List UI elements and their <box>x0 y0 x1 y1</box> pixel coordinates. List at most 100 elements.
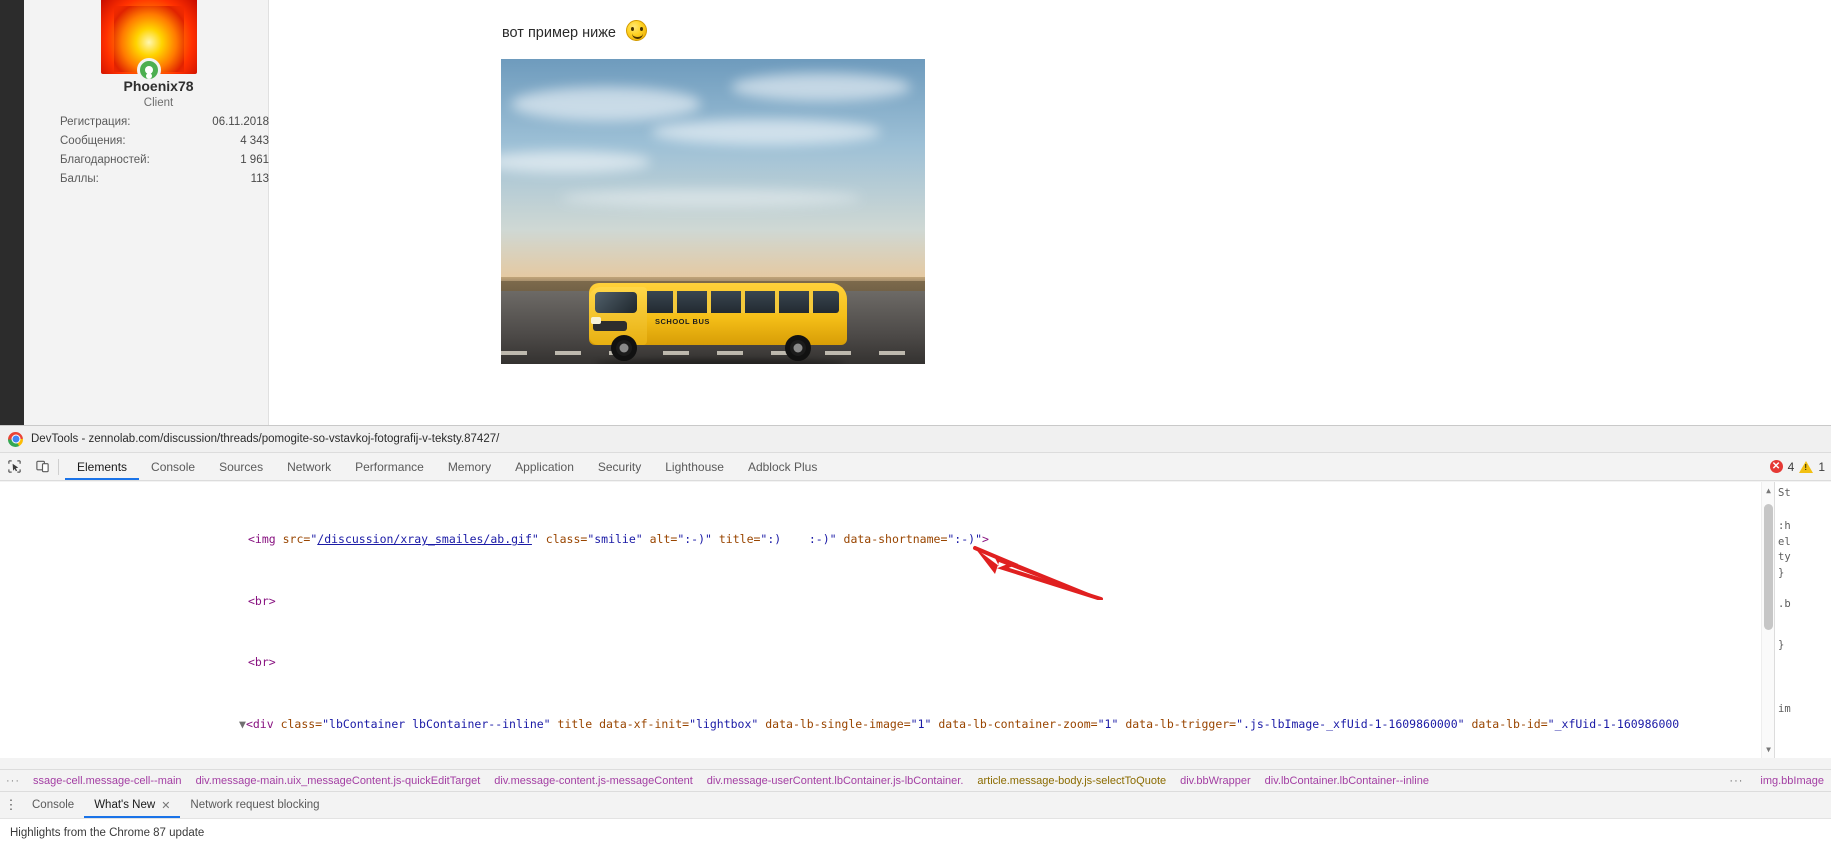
scrollbar-thumb[interactable] <box>1764 504 1773 630</box>
page-left-gutter <box>0 0 24 425</box>
tab-lighthouse[interactable]: Lighthouse <box>653 453 736 480</box>
stat-value: 113 <box>250 173 269 185</box>
breadcrumb-item[interactable]: div.bbWrapper <box>1173 775 1258 787</box>
drawer-tab-network-request-blocking[interactable]: Network request blocking <box>180 792 329 818</box>
warning-count: 1 <box>1818 459 1825 474</box>
bus-window-dividers <box>643 291 839 313</box>
dom-value: "1" <box>1097 717 1126 732</box>
breadcrumb-item[interactable]: article.message-body.js-selectToQuote <box>970 775 1173 787</box>
dom-line[interactable]: ▼<div class="lbContainer lbContainer--in… <box>0 717 1774 732</box>
bus-illustration: SCHOOL BUS <box>589 283 847 364</box>
dom-value: "smilie" <box>587 532 650 547</box>
breadcrumb-item[interactable]: ssage-cell.message-cell--main <box>26 775 189 787</box>
cloud-shape <box>561 189 861 207</box>
drawer-more-options-icon[interactable]: ⋮ <box>0 798 22 811</box>
tab-performance[interactable]: Performance <box>343 453 436 480</box>
tab-application[interactable]: Application <box>503 453 586 480</box>
drawer-tab-whats-new[interactable]: What's New ✕ <box>84 792 180 818</box>
drawer-tab-label: Console <box>32 799 75 811</box>
dom-value: ":-)" <box>677 532 719 547</box>
warning-icon <box>1799 460 1814 473</box>
dom-value: ".js-lbImage-_xfUid-1-1609860000" <box>1236 717 1472 732</box>
devtools-drawer: ⋮ Console What's New ✕ Network request b… <box>0 791 1831 853</box>
stat-label: Баллы: <box>60 173 99 185</box>
dom-value: "lbContainer lbContainer--inline" <box>322 717 558 732</box>
dom-line[interactable]: <br> <box>0 594 1774 609</box>
tab-memory[interactable]: Memory <box>436 453 503 480</box>
styles-text: } <box>1778 566 1785 579</box>
toggle-device-toolbar-icon[interactable] <box>28 453 56 480</box>
dom-value: "1" <box>910 717 939 732</box>
post-image-school-bus[interactable]: SCHOOL BUS <box>501 59 925 364</box>
dom-tree-panel[interactable]: <img src= "/discussion/xray_smailes/ab.gi… <box>0 482 1774 758</box>
styles-sidebar-panel[interactable]: St :h el ty } .b } im <box>1774 482 1831 758</box>
dom-attr: alt= <box>649 532 678 547</box>
stat-value: 1 961 <box>240 154 269 166</box>
bus-wheel <box>611 335 637 361</box>
author-username[interactable]: Phoenix78 <box>24 78 293 94</box>
tab-sources[interactable]: Sources <box>207 453 275 480</box>
cloud-shape <box>511 87 701 121</box>
dom-value: ":-)" <box>947 532 982 547</box>
styles-text: .b <box>1778 598 1791 611</box>
scroll-up-arrow-icon[interactable]: ▲ <box>1762 484 1774 497</box>
styles-text: ty <box>1778 551 1791 564</box>
error-count: 4 <box>1787 459 1795 474</box>
inspect-element-icon[interactable] <box>0 453 28 480</box>
dom-attr: data-xf-init= <box>599 717 690 732</box>
breadcrumb-overflow-icon[interactable]: ··· <box>0 775 26 787</box>
tab-adblock-plus[interactable]: Adblock Plus <box>736 453 829 480</box>
styles-text: :h <box>1778 520 1791 533</box>
dom-line[interactable]: <br> <box>0 655 1774 670</box>
breadcrumb-item[interactable]: div.lbContainer.lbContainer--inline <box>1258 775 1436 787</box>
post-text-line: вот пример ниже <box>502 20 647 41</box>
dom-tree-scrollbar[interactable]: ▲ ▼ <box>1761 482 1774 758</box>
dom-tag: <img <box>248 532 283 547</box>
dom-line[interactable]: <img src= "/discussion/xray_smailes/ab.gi… <box>0 532 1774 547</box>
dom-attr: title <box>557 717 600 732</box>
dom-tree-lines: <img src= "/discussion/xray_smailes/ab.gi… <box>0 482 1774 758</box>
post-body: вот пример ниже SCHOOL BUS <box>270 0 1831 425</box>
stat-value: 4 343 <box>240 135 269 147</box>
bus-wheel <box>785 335 811 361</box>
issue-counters[interactable]: ✕ 4 1 <box>1769 453 1831 480</box>
dom-breadcrumb[interactable]: ··· ssage-cell.message-cell--main div.me… <box>0 769 1831 791</box>
stat-label: Регистрация: <box>60 116 131 128</box>
expand-caret-icon[interactable]: ▼ <box>239 717 246 731</box>
dom-tag-br: <br> <box>248 655 276 670</box>
drawer-content-text: Highlights from the Chrome 87 update <box>10 827 205 839</box>
dom-tag: <div <box>245 717 281 732</box>
dom-attr: data-lb-container-zoom= <box>938 717 1098 732</box>
dom-attr: src= <box>282 532 311 547</box>
stat-label: Сообщения: <box>60 135 126 147</box>
dom-attr: data-lb-id= <box>1471 717 1548 732</box>
smiley-icon <box>626 20 647 41</box>
styles-text: el <box>1778 535 1791 548</box>
tab-security[interactable]: Security <box>586 453 653 480</box>
dom-attr: title= <box>718 532 761 547</box>
close-icon[interactable]: ✕ <box>161 799 170 812</box>
dom-link-src[interactable]: /discussion/xray_smailes/ab.gif <box>317 532 532 546</box>
dom-attr: class= <box>280 717 323 732</box>
chrome-logo-icon <box>8 431 23 447</box>
devtools-window-title: DevTools - zennolab.com/discussion/threa… <box>31 433 500 445</box>
cloud-shape <box>731 73 911 101</box>
scroll-down-arrow-icon[interactable]: ▼ <box>1762 743 1774 756</box>
stat-label: Благодарностей: <box>60 154 150 166</box>
post-author-sidebar: Phoenix78 Client Регистрация: 06.11.2018… <box>24 0 269 425</box>
breadcrumb-more-icon[interactable]: ··· <box>1719 775 1753 787</box>
breadcrumb-item[interactable]: div.message-main.uix_messageContent.js-q… <box>189 775 488 787</box>
tab-console[interactable]: Console <box>139 453 207 480</box>
breadcrumb-item[interactable]: div.message-userContent.lbContainer.js-l… <box>700 775 971 787</box>
error-icon: ✕ <box>1769 460 1783 473</box>
drawer-tabbar: ⋮ Console What's New ✕ Network request b… <box>0 792 1831 819</box>
styles-text: } <box>1778 639 1785 652</box>
styles-text: im <box>1778 702 1791 715</box>
tab-elements[interactable]: Elements <box>65 453 139 480</box>
tab-network[interactable]: Network <box>275 453 343 480</box>
drawer-tab-console[interactable]: Console <box>22 792 84 818</box>
drawer-tab-label: Network request blocking <box>190 799 320 811</box>
breadcrumb-item[interactable]: div.message-content.js-messageContent <box>487 775 700 787</box>
breadcrumb-item-current[interactable]: img.bbImage <box>1753 775 1831 787</box>
devtools-main-body: <img src= "/discussion/xray_smailes/ab.gi… <box>0 482 1831 758</box>
